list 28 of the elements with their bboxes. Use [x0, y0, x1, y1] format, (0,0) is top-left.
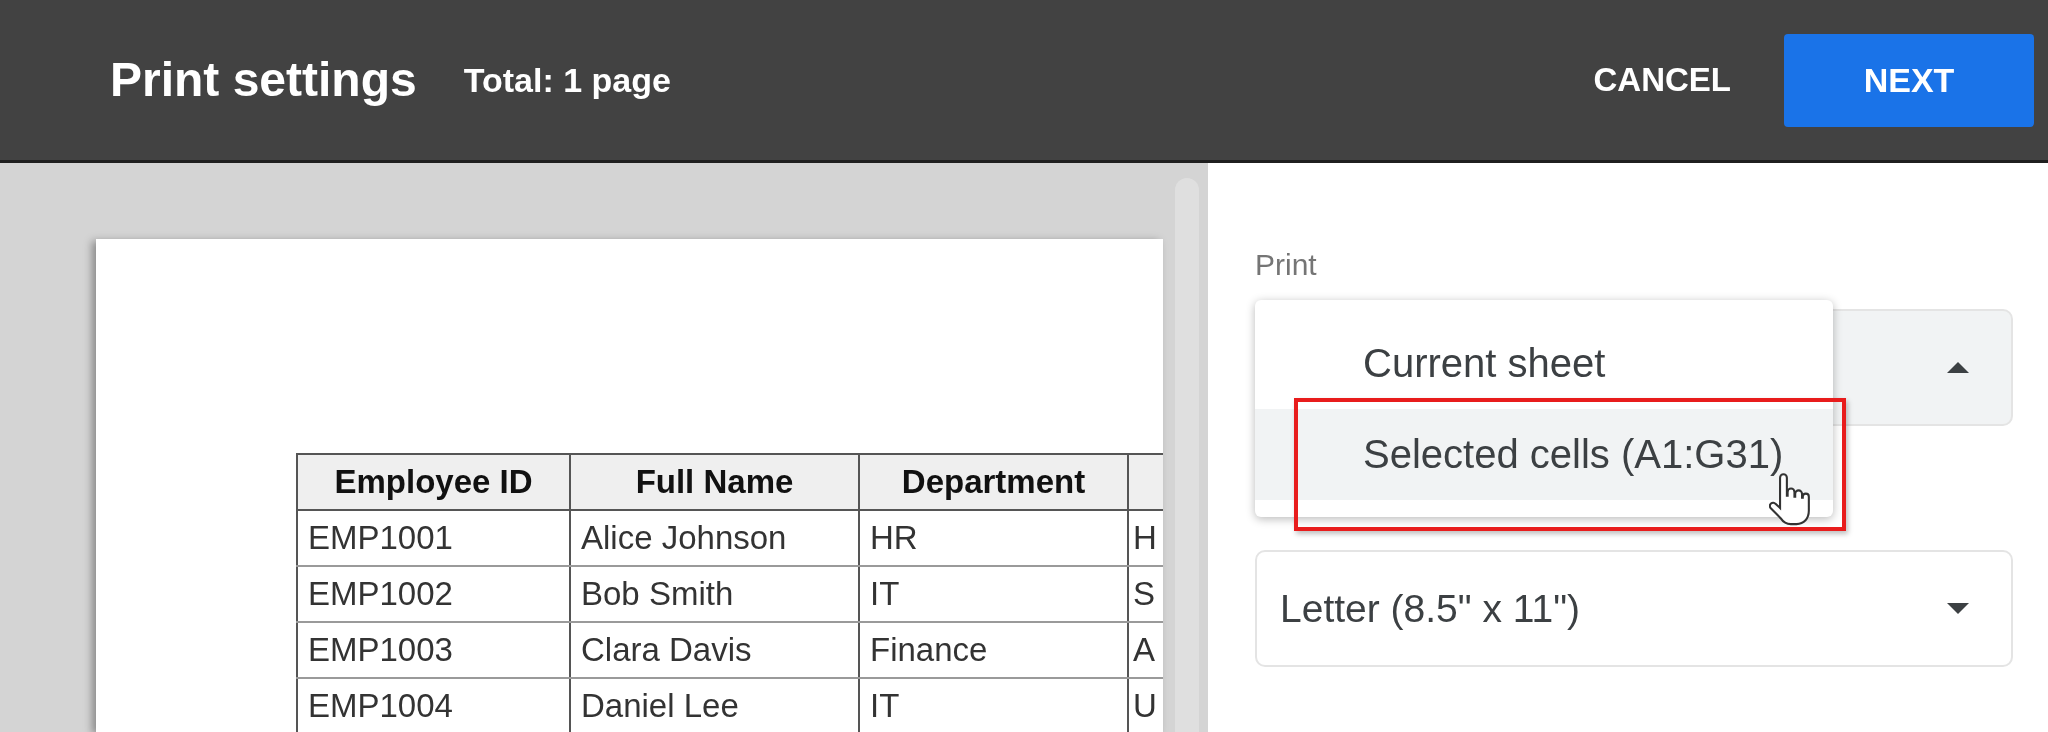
table-cell: EMP1004 [297, 678, 570, 732]
table-cell: EMP1001 [297, 510, 570, 566]
table-cell: S [1128, 566, 1163, 622]
table-header-cell: Employee ID [297, 454, 570, 510]
table-cell: IT [859, 678, 1128, 732]
table-cell: Clara Davis [570, 622, 859, 678]
table-cell: EMP1002 [297, 566, 570, 622]
table-cell: Finance [859, 622, 1128, 678]
table-cell: IT [859, 566, 1128, 622]
menu-item[interactable]: Selected cells (A1:G31) [1255, 409, 1833, 500]
table-cell: Daniel Lee [570, 678, 859, 732]
menu-item[interactable]: Current sheet [1255, 318, 1833, 409]
table-cell: HR [859, 510, 1128, 566]
table-cell: H [1128, 510, 1163, 566]
paper-size-select[interactable]: Letter (8.5" x 11") [1255, 550, 2013, 667]
cancel-button[interactable]: CANCEL [1585, 50, 1739, 110]
select-value: Letter (8.5" x 11") [1280, 586, 1581, 631]
table-cell: EMP1003 [297, 622, 570, 678]
next-button[interactable]: NEXT [1784, 33, 2034, 127]
table-cell: A [1128, 622, 1163, 678]
table-header-cell: Department [859, 454, 1128, 510]
table-cell: Bob Smith [570, 566, 859, 622]
table-header-cell: Full Name [570, 454, 859, 510]
field-label: Print [1255, 247, 1318, 283]
page-total: Total: 1 page [463, 60, 671, 100]
table-cell: Alice Johnson [570, 510, 859, 566]
table-cell: U [1128, 678, 1163, 732]
dialog-title: Print settings [110, 52, 417, 109]
